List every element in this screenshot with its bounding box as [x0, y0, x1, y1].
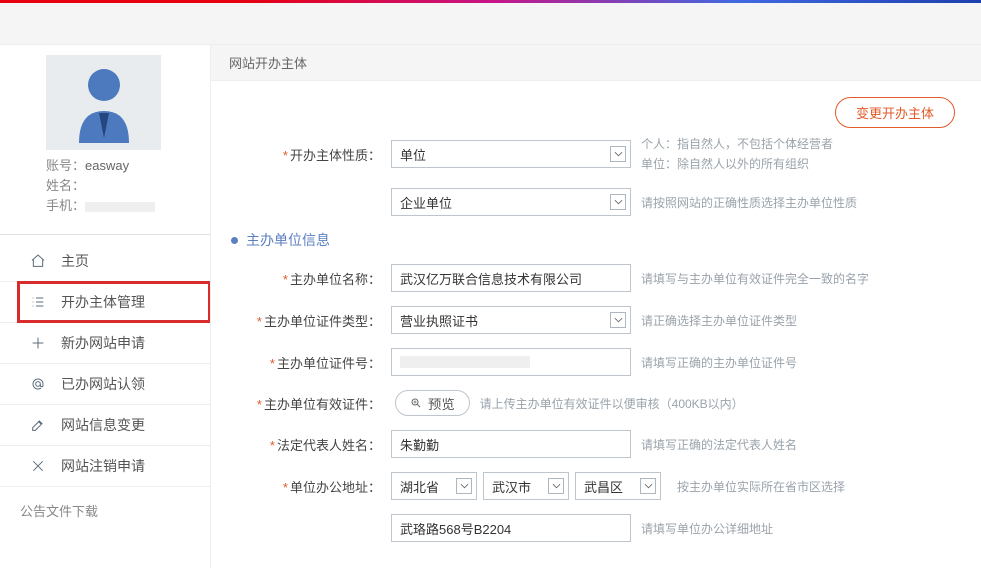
magnify-icon	[410, 397, 422, 409]
nav-home-label: 主页	[61, 251, 89, 271]
user-info: 账号：easway 姓名： 手机：	[46, 156, 206, 216]
chevron-down-icon	[610, 312, 626, 328]
account-label: 账号：	[46, 158, 85, 173]
at-icon	[27, 376, 49, 392]
cert-file-label: 主办单位有效证件：	[264, 397, 381, 412]
preview-button-label: 预览	[428, 394, 455, 413]
name-label: 姓名：	[46, 178, 85, 193]
account-value: easway	[85, 158, 129, 173]
plus-icon	[27, 335, 49, 351]
cert-file-hint: 请上传主办单位有效证件以便审核（400KB以内）	[480, 395, 744, 412]
cert-no-mask	[400, 356, 530, 368]
addr-detail-hint: 请填写单位办公详细地址	[641, 520, 773, 537]
entity-nature-label: 开办主体性质：	[290, 148, 381, 163]
cert-no-hint: 请填写正确的主办单位证件号	[641, 354, 797, 371]
cert-type-select[interactable]: 营业执照证书	[391, 306, 631, 334]
nav-entity-mgmt[interactable]: 开办主体管理	[18, 282, 210, 322]
chevron-down-icon	[610, 146, 626, 162]
city-value: 武汉市	[492, 477, 531, 496]
entity-subtype-value: 企业单位	[400, 193, 452, 212]
cert-type-hint: 请正确选择主办单位证件类型	[641, 312, 797, 329]
close-icon	[27, 458, 49, 474]
chevron-down-icon	[548, 478, 564, 494]
nav-modify-label: 网站信息变更	[61, 415, 145, 435]
cert-type-value: 营业执照证书	[400, 311, 478, 330]
entity-nature-value: 单位	[400, 145, 426, 164]
org-name-input[interactable]	[391, 264, 631, 292]
entity-nature-hint1: 个人：指自然人，不包括个体经营者	[641, 137, 833, 151]
panel-title: 网站开办主体	[211, 45, 981, 81]
nav-new-site-label: 新办网站申请	[61, 333, 145, 353]
entity-nature-hint2: 单位：除自然人以外的所有组织	[641, 157, 809, 171]
nav-claim-label: 已办网站认领	[61, 374, 145, 394]
header-bar	[0, 3, 981, 45]
sidebar: 账号：easway 姓名： 手机： 主页 开办主体管理 新办网站申请 已办网站认…	[0, 45, 210, 568]
province-value: 湖北省	[400, 477, 439, 496]
legal-input[interactable]	[391, 430, 631, 458]
legal-label: 法定代表人姓名：	[277, 438, 381, 453]
nav-entity-label: 开办主体管理	[61, 292, 145, 312]
org-name-hint: 请填写与主办单位有效证件完全一致的名字	[641, 270, 869, 287]
nav-home[interactable]: 主页	[18, 241, 210, 281]
entity-nature-select[interactable]: 单位	[391, 140, 631, 168]
edit-icon	[27, 417, 49, 433]
preview-button[interactable]: 预览	[395, 390, 470, 416]
legal-hint: 请填写正确的法定代表人姓名	[641, 436, 797, 453]
addr-detail-input[interactable]	[391, 514, 631, 542]
phone-mask	[85, 202, 155, 212]
chevron-down-icon	[456, 478, 472, 494]
home-icon	[27, 253, 49, 269]
cert-type-label: 主办单位证件类型：	[264, 314, 381, 329]
cert-no-input[interactable]	[391, 348, 631, 376]
nav-new-site[interactable]: 新办网站申请	[18, 323, 210, 363]
avatar	[46, 55, 161, 150]
phone-label: 手机：	[46, 198, 85, 213]
chevron-down-icon	[640, 478, 656, 494]
nav-cancel[interactable]: 网站注销申请	[18, 446, 210, 486]
nav-claim[interactable]: 已办网站认领	[18, 364, 210, 404]
entity-subtype-select[interactable]: 企业单位	[391, 188, 631, 216]
city-select[interactable]: 武汉市	[483, 472, 569, 500]
addr-label: 单位办公地址：	[290, 480, 381, 495]
entity-subtype-hint: 请按照网站的正确性质选择主办单位性质	[641, 194, 857, 211]
downloads-heading: 公告文件下载	[18, 487, 210, 520]
district-select[interactable]: 武昌区	[575, 472, 661, 500]
chevron-down-icon	[610, 194, 626, 210]
province-select[interactable]: 湖北省	[391, 472, 477, 500]
list-icon	[27, 294, 49, 310]
nav-modify[interactable]: 网站信息变更	[18, 405, 210, 445]
main-panel: 网站开办主体 变更开办主体 *开办主体性质： 单位 个人：指自然人，不包括个体经…	[210, 45, 981, 568]
addr-hint: 按主办单位实际所在省市区选择	[677, 478, 845, 495]
org-section-title-text: 主办单位信息	[246, 230, 330, 250]
bullet-icon	[231, 237, 238, 244]
org-name-label: 主办单位名称：	[290, 272, 381, 287]
nav-cancel-label: 网站注销申请	[61, 456, 145, 476]
district-value: 武昌区	[584, 477, 623, 496]
change-entity-button[interactable]: 变更开办主体	[835, 97, 955, 128]
cert-no-label: 主办单位证件号：	[277, 356, 381, 371]
org-section-title: 主办单位信息	[231, 230, 981, 250]
